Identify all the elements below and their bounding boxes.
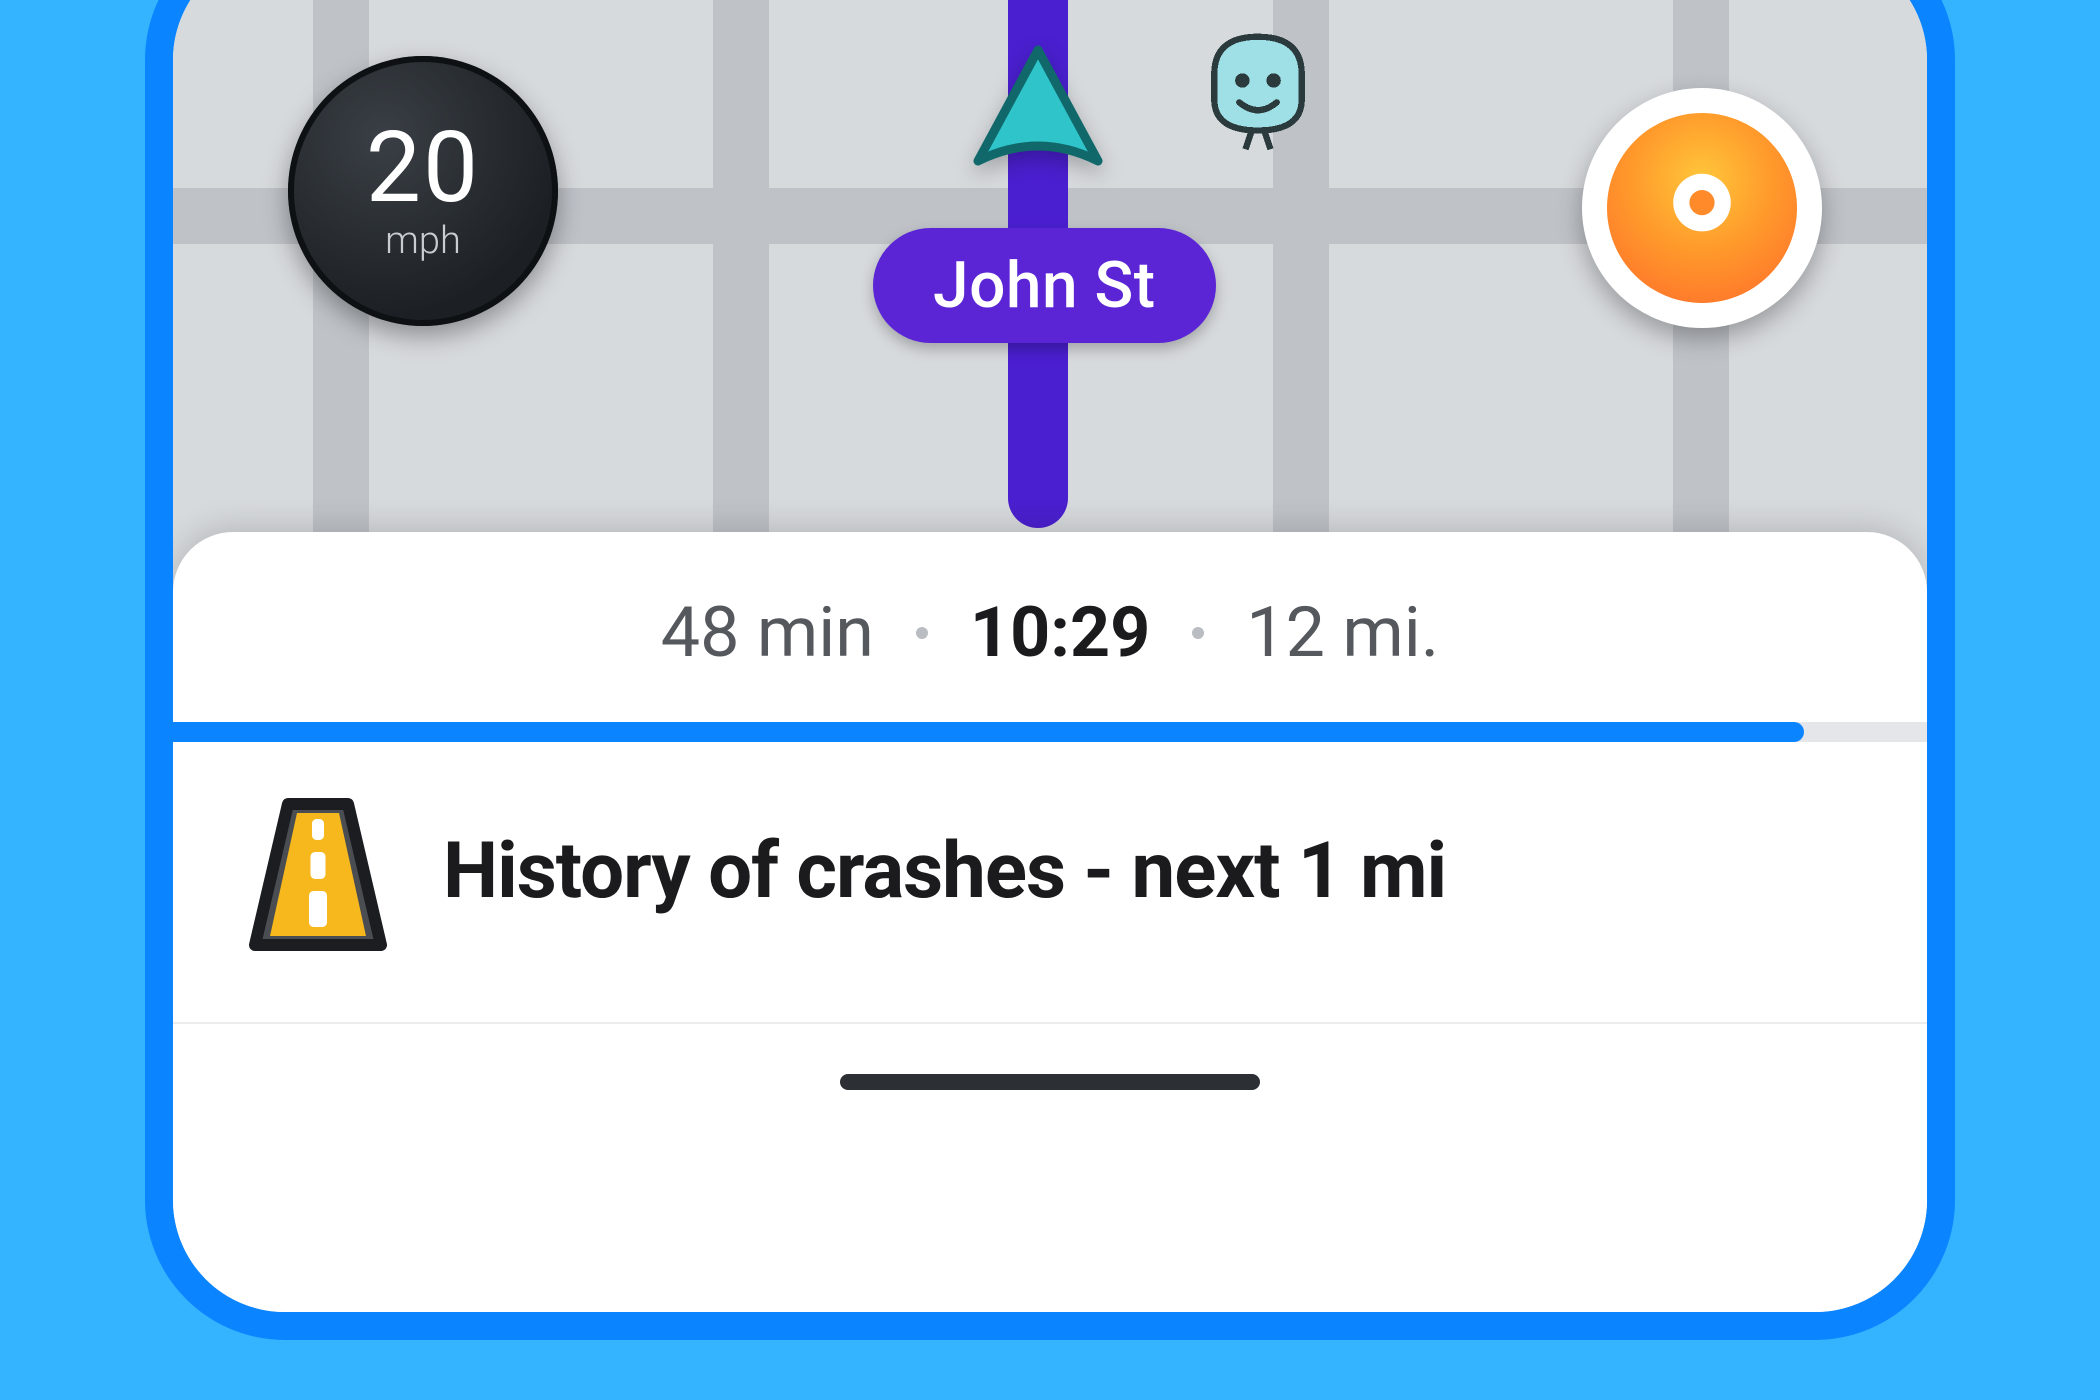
trip-distance: 12 mi. <box>1246 592 1439 674</box>
recenter-button[interactable] <box>1582 88 1822 328</box>
trip-arrival-time: 10:29 <box>970 592 1150 674</box>
bottom-sheet[interactable]: 48 min 10:29 12 mi. History of crashes -… <box>173 532 1927 1312</box>
road-hazard-icon <box>243 792 393 952</box>
street-name-pill[interactable]: John St <box>873 228 1216 343</box>
street-name-label: John St <box>933 248 1156 323</box>
alert-text: History of crashes - next 1 mi <box>443 825 1446 919</box>
separator-dot <box>916 627 928 639</box>
speedometer-ticks <box>302 70 544 312</box>
home-indicator[interactable] <box>840 1074 1260 1090</box>
trip-progress-bar <box>173 722 1927 742</box>
divider <box>173 1022 1927 1024</box>
trip-progress-fill <box>173 722 1804 742</box>
wazer-icon <box>1183 18 1333 168</box>
trip-duration: 48 min <box>661 592 874 674</box>
alert-row[interactable]: History of crashes - next 1 mi <box>173 742 1927 1022</box>
recenter-icon <box>1607 113 1797 303</box>
separator-dot <box>1192 627 1204 639</box>
trip-summary-row[interactable]: 48 min 10:29 12 mi. <box>173 532 1927 722</box>
phone-screen: John St 20 mph 48 min <box>145 0 1955 1340</box>
navigation-arrow-icon <box>963 38 1113 188</box>
speedometer[interactable]: 20 mph <box>288 56 558 326</box>
